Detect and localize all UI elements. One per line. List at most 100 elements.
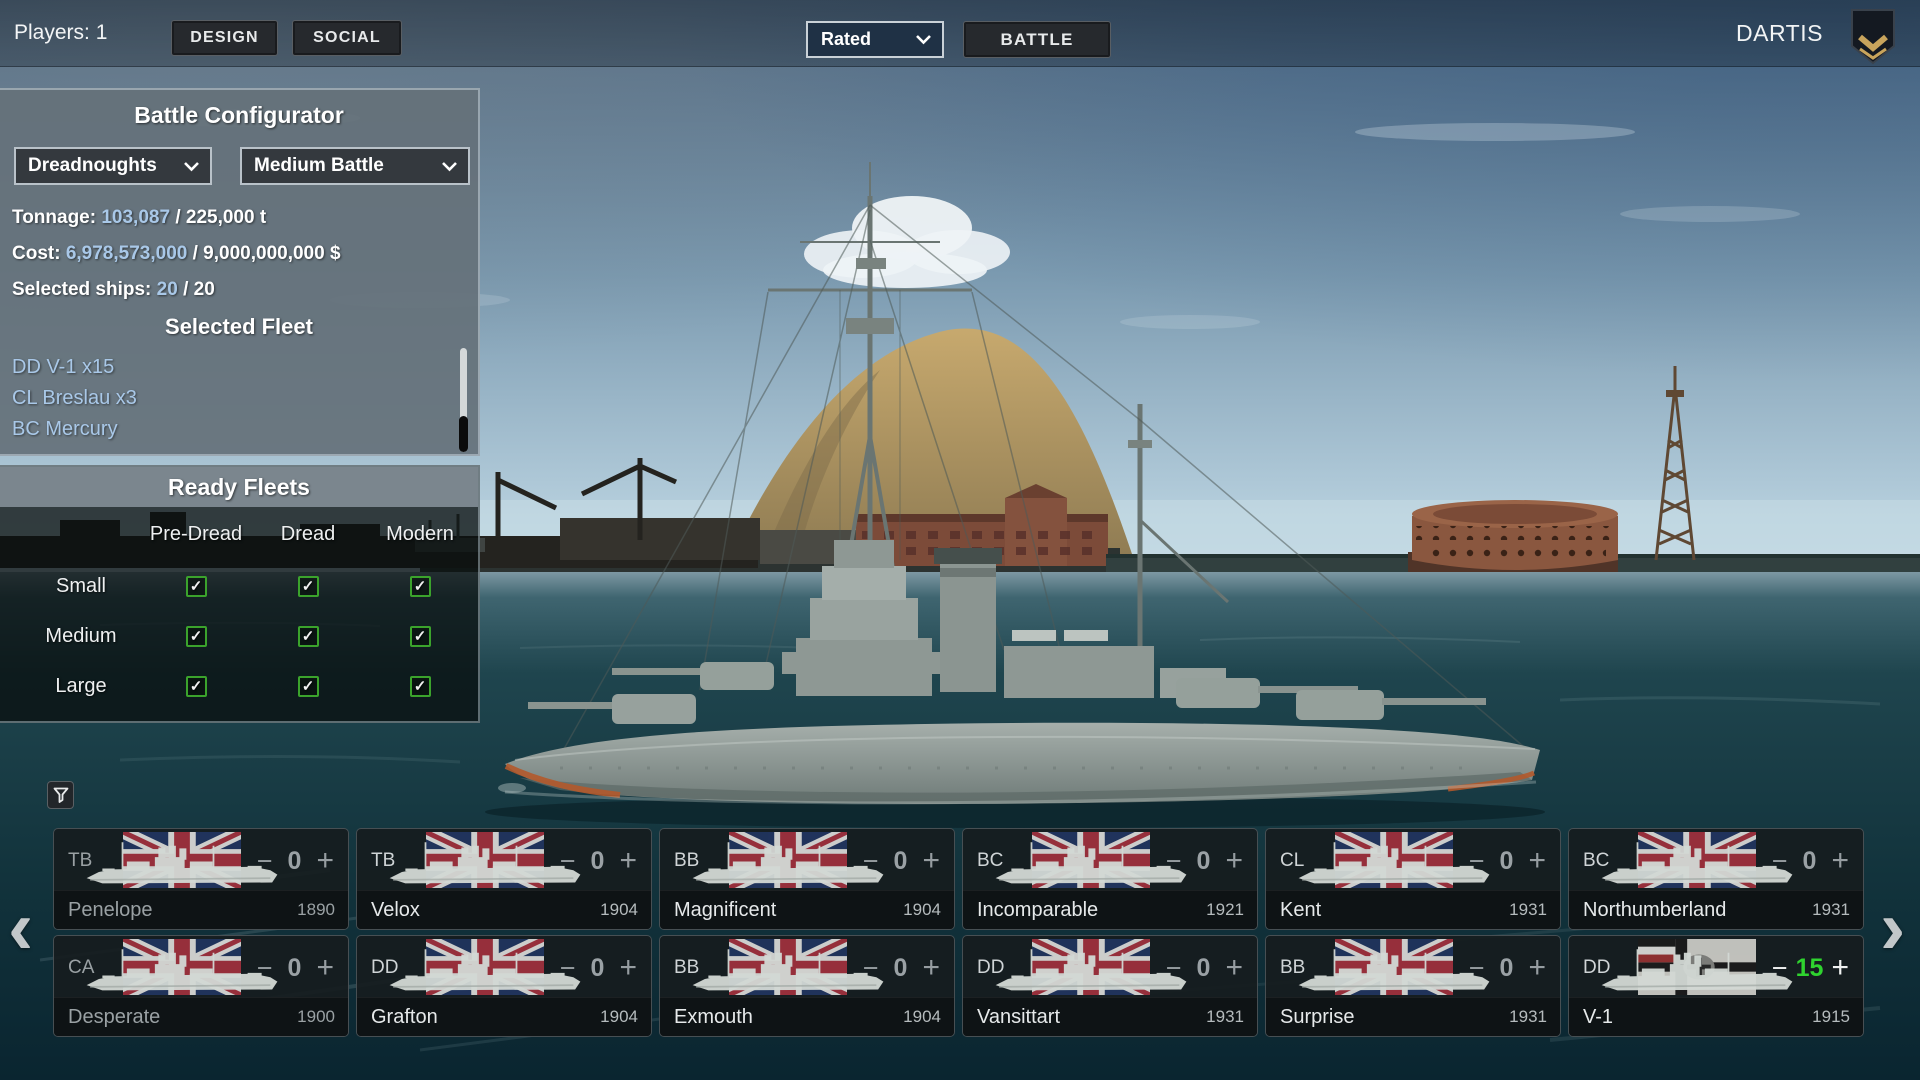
ship-card-top: BB − 0 + — [1266, 936, 1560, 1000]
ready-fleets-cell: ✓ — [252, 611, 364, 661]
ship-card[interactable]: BB − 0 + Exmouth 1904 — [659, 935, 955, 1037]
ready-fleets-title: Ready Fleets — [0, 467, 478, 507]
ship-year: 1904 — [600, 1007, 638, 1026]
increase-count-button[interactable]: + — [1219, 844, 1249, 878]
filter-button[interactable] — [47, 781, 74, 809]
ships-label: Selected ships: — [12, 279, 157, 300]
fleet-scrollbar[interactable] — [459, 348, 468, 452]
fleet-list-item[interactable]: DD V-1 x15 — [12, 352, 442, 383]
ship-card-art — [1629, 829, 1766, 893]
next-page-arrow[interactable]: › — [1880, 888, 1905, 968]
tonnage-stat: Tonnage: 103,087 / 225,000 t — [12, 205, 266, 231]
ship-card-art — [1326, 829, 1463, 893]
ship-silhouette-icon — [987, 944, 1195, 1000]
ships-max: / 20 — [177, 279, 215, 300]
ship-card-top: BB − 0 + — [660, 936, 954, 1000]
fleet-ready-checkbox[interactable]: ✓ — [409, 575, 431, 597]
ship-card-top: CA − 0 + — [54, 936, 348, 1000]
ship-card-top: DD − 0 + — [963, 936, 1257, 1000]
fleet-scrollbar-thumb[interactable] — [459, 416, 468, 452]
fleet-ready-checkbox[interactable]: ✓ — [297, 675, 319, 697]
fleet-type-select[interactable]: Dreadnoughts — [14, 147, 212, 185]
ship-name: Desperate — [68, 1005, 161, 1028]
fleet-ready-checkbox[interactable]: ✓ — [409, 625, 431, 647]
ship-name: V-1 — [1583, 1005, 1614, 1028]
increase-count-button[interactable]: + — [613, 951, 643, 985]
ship-card-top: BB − 0 + — [660, 829, 954, 893]
fleet-ready-checkbox[interactable]: ✓ — [297, 575, 319, 597]
ready-fleets-row-label: Small — [55, 574, 106, 597]
battle-size-select[interactable]: Medium Battle — [240, 147, 470, 185]
ship-silhouette-icon — [1593, 944, 1801, 1000]
selected-fleet-title: Selected Fleet — [165, 314, 313, 339]
fleet-list-item[interactable]: CL Breslau x3 — [12, 383, 442, 414]
ship-card-top: CL − 0 + — [1266, 829, 1560, 893]
match-type-select[interactable]: Rated — [806, 21, 944, 58]
ships-current: 20 — [156, 279, 178, 300]
design-button[interactable]: DESIGN — [171, 20, 278, 56]
fleet-ready-checkbox[interactable]: ✓ — [297, 625, 319, 647]
ship-card-art — [1629, 936, 1766, 1000]
battle-button[interactable]: BATTLE — [963, 21, 1111, 58]
ship-card[interactable]: DD − 0 + Vansittart 1931 — [962, 935, 1258, 1037]
ship-card-namebar: Magnificent 1904 — [660, 890, 954, 929]
increase-count-button[interactable]: + — [310, 844, 340, 878]
ship-year: 1900 — [297, 1007, 335, 1026]
battle-size-value: Medium Battle — [254, 155, 384, 176]
increase-count-button[interactable]: + — [1825, 844, 1855, 878]
ship-card[interactable]: TB − 0 + Penelope 1890 — [53, 828, 349, 930]
ship-card[interactable]: DD − 0 + Grafton 1904 — [356, 935, 652, 1037]
ship-card-namebar: Desperate 1900 — [54, 997, 348, 1036]
increase-count-button[interactable]: + — [613, 844, 643, 878]
ship-card[interactable]: BB − 0 + Magnificent 1904 — [659, 828, 955, 930]
fleet-ready-checkbox[interactable]: ✓ — [409, 675, 431, 697]
ship-card-art — [720, 936, 857, 1000]
ship-card[interactable]: TB − 0 + Velox 1904 — [356, 828, 652, 930]
tonnage-current: 103,087 — [101, 207, 171, 228]
ship-card-grid: TB − 0 + Penelope 1890 TB − 0 + Velox 19… — [53, 828, 1864, 1037]
ship-card[interactable]: CA − 0 + Desperate 1900 — [53, 935, 349, 1037]
increase-count-button[interactable]: + — [916, 844, 946, 878]
ship-card-art — [1326, 936, 1463, 1000]
ship-card[interactable]: DD − 15 + V-1 1915 — [1568, 935, 1864, 1037]
increase-count-button[interactable]: + — [310, 951, 340, 985]
ship-year: 1931 — [1812, 900, 1850, 919]
fleet-ready-checkbox[interactable]: ✓ — [185, 675, 207, 697]
username: DARTIS — [1736, 20, 1823, 46]
increase-count-button[interactable]: + — [1522, 844, 1552, 878]
ready-fleets-column-header: Pre-Dread — [149, 522, 243, 545]
ship-silhouette-icon — [381, 837, 589, 893]
rank-badge-icon[interactable] — [1848, 8, 1898, 66]
ship-card[interactable]: BC − 0 + Northumberland 1931 — [1568, 828, 1864, 930]
ship-card[interactable]: BC − 0 + Incomparable 1921 — [962, 828, 1258, 930]
game-screen: Players: 1 DESIGN SOCIAL Rated BATTLE DA… — [0, 0, 1920, 1080]
fleet-ready-checkbox[interactable]: ✓ — [185, 575, 207, 597]
tonnage-max: / 225,000 t — [170, 207, 267, 228]
ship-year: 1904 — [903, 900, 941, 919]
increase-count-button[interactable]: + — [1219, 951, 1249, 985]
ship-name: Vansittart — [977, 1005, 1060, 1028]
ship-year: 1904 — [903, 1007, 941, 1026]
ship-name: Kent — [1280, 898, 1322, 921]
cost-current: 6,978,573,000 — [65, 243, 188, 264]
ready-fleets-cell: ✓ — [140, 561, 252, 611]
rf-corner-spacer — [22, 511, 140, 557]
fleet-list-item[interactable]: BC Mercury — [12, 414, 442, 445]
increase-count-button[interactable]: + — [1825, 951, 1855, 985]
selected-ships-stat: Selected ships: 20 / 20 — [12, 277, 215, 303]
fleet-ready-checkbox[interactable]: ✓ — [185, 625, 207, 647]
increase-count-button[interactable]: + — [916, 951, 946, 985]
ship-silhouette-icon — [78, 944, 286, 1000]
social-button[interactable]: SOCIAL — [292, 20, 402, 56]
increase-count-button[interactable]: + — [1522, 951, 1552, 985]
ship-silhouette-icon — [1290, 944, 1498, 1000]
ship-card[interactable]: BB − 0 + Surprise 1931 — [1265, 935, 1561, 1037]
funnel-icon — [53, 787, 68, 803]
ship-silhouette-icon — [987, 837, 1195, 893]
ship-card[interactable]: CL − 0 + Kent 1931 — [1265, 828, 1561, 930]
match-type-value: Rated — [821, 29, 872, 49]
prev-page-arrow[interactable]: ‹ — [8, 888, 33, 968]
ship-year: 1904 — [600, 900, 638, 919]
cost-max: / 9,000,000,000 $ — [187, 243, 341, 264]
ship-card-art — [1023, 829, 1160, 893]
